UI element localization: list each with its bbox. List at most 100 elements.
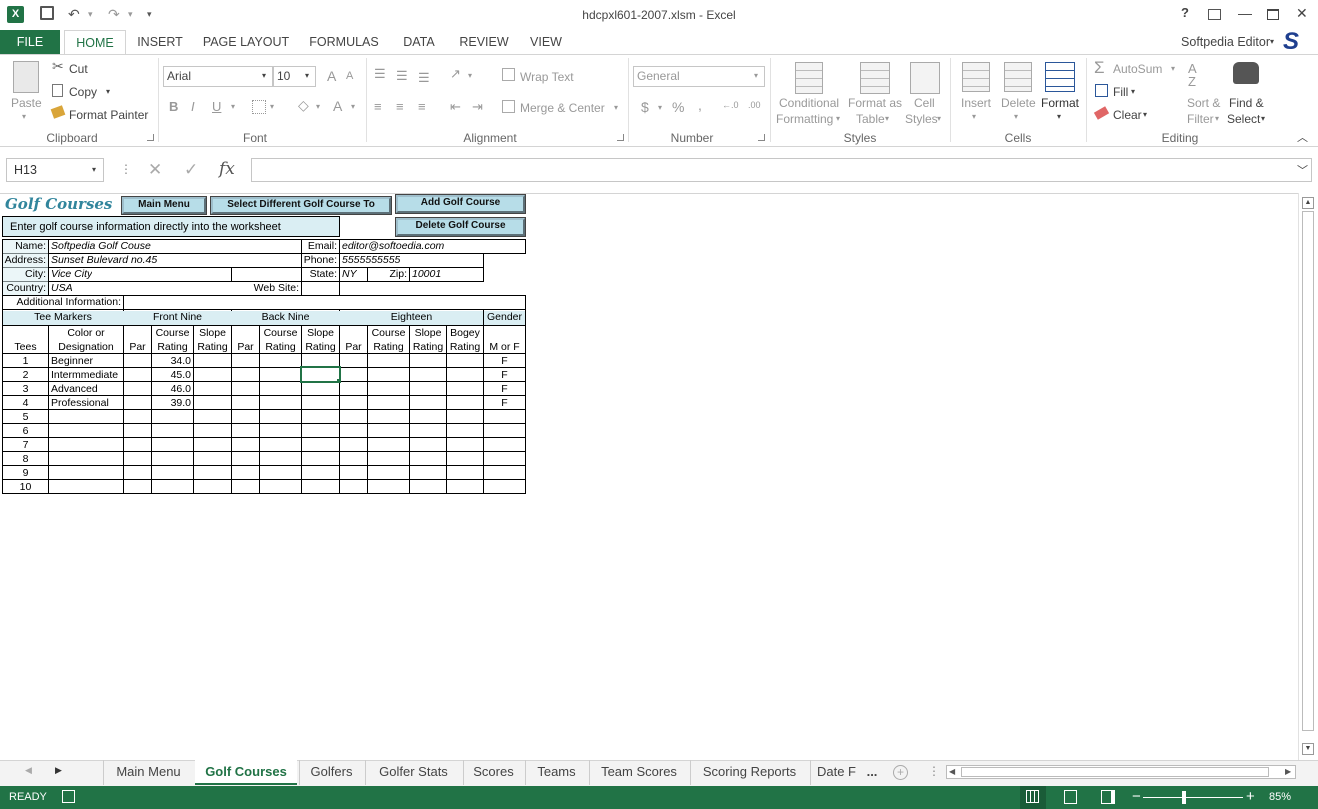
column-header-tees-line2: Tees xyxy=(14,341,37,353)
value-zip[interactable]: 10001 xyxy=(412,268,441,281)
sheet-tab-golfers[interactable]: Golfers xyxy=(299,760,363,785)
sheet-tab-golf-courses[interactable]: Golf Courses xyxy=(195,760,297,785)
row-tees[interactable]: 10 xyxy=(3,481,48,494)
sheet-tab-team-scores[interactable]: Team Scores xyxy=(589,760,688,785)
row-designation[interactable]: Advanced xyxy=(51,383,123,396)
row-front-course-rating[interactable]: 45.0 xyxy=(152,369,191,382)
column-header-eighteen-slope-rating-line2: Rating xyxy=(412,341,444,353)
status-bar: READY − + 85% xyxy=(0,786,1318,809)
header-front-nine: Front Nine xyxy=(152,311,203,323)
label-city: City: xyxy=(25,268,46,280)
zoom-slider-thumb[interactable] xyxy=(1182,791,1186,804)
row-gender[interactable]: F xyxy=(484,383,525,396)
sheet-tab-teams[interactable]: Teams xyxy=(525,760,587,785)
row-tees[interactable]: 1 xyxy=(3,355,48,368)
label-country: Country: xyxy=(6,282,46,294)
add-course-button[interactable]: Add Golf Course xyxy=(395,194,526,214)
row-tees[interactable]: 9 xyxy=(3,467,48,480)
label-email: Email: xyxy=(307,240,337,252)
column-header-eighteen-course-rating-line1: Course xyxy=(371,327,406,339)
column-header-gender-line2: M or F xyxy=(489,341,520,353)
fill-handle xyxy=(337,379,341,383)
sheet-tab-scoring-reports[interactable]: Scoring Reports xyxy=(690,760,808,785)
page-break-view-icon[interactable] xyxy=(1101,790,1115,804)
column-header-back-slope-rating-line1: Slope xyxy=(307,327,334,339)
row-tees[interactable]: 4 xyxy=(3,397,48,410)
sheet-grid xyxy=(2,239,526,494)
instruction-text: Enter golf course information directly i… xyxy=(10,221,281,233)
select-course-button[interactable]: Select Different Golf Course To xyxy=(210,196,392,215)
tab-scroll-right-icon[interactable]: ▶ xyxy=(55,765,62,776)
column-header-back-course-rating-line2: Rating xyxy=(265,341,296,353)
column-header-eighteen-course-rating-line2: Rating xyxy=(373,341,404,353)
label-website: Web Site: xyxy=(253,282,299,294)
sheet-tab-golfer-stats[interactable]: Golfer Stats xyxy=(365,760,461,785)
zoom-level[interactable]: 85% xyxy=(1269,791,1291,803)
row-designation[interactable]: Beginner xyxy=(51,355,123,368)
value-state[interactable]: NY xyxy=(342,268,357,281)
value-name[interactable]: Softpedia Golf Couse xyxy=(51,240,151,253)
zoom-slider[interactable] xyxy=(1143,797,1243,798)
header-eighteen: Eighteen xyxy=(390,311,433,323)
row-front-course-rating[interactable]: 46.0 xyxy=(152,383,191,396)
value-city[interactable]: Vice City xyxy=(51,268,92,281)
label-name: Name: xyxy=(15,240,46,252)
value-email[interactable]: editor@softoedia.com xyxy=(342,240,444,253)
header-back-nine: Back Nine xyxy=(261,311,310,323)
new-sheet-icon[interactable]: + xyxy=(893,765,908,780)
value-country[interactable]: USA xyxy=(51,282,73,295)
hscroll-thumb[interactable] xyxy=(961,767,1269,777)
column-header-front-slope-rating-line2: Rating xyxy=(197,341,228,353)
zoom-out-button[interactable]: − xyxy=(1132,788,1141,805)
column-header-front-course-rating-line1: Course xyxy=(155,327,190,339)
hscroll-right-icon[interactable]: ▶ xyxy=(1285,767,1291,776)
row-gender[interactable]: F xyxy=(484,369,525,382)
row-tees[interactable]: 5 xyxy=(3,411,48,424)
row-tees[interactable]: 8 xyxy=(3,453,48,466)
column-header-eighteen-par-line2: Par xyxy=(345,341,362,353)
label-phone: Phone: xyxy=(303,254,337,266)
header-gender: Gender xyxy=(486,311,523,323)
row-tees[interactable]: 3 xyxy=(3,383,48,396)
zoom-in-button[interactable]: + xyxy=(1246,788,1255,805)
hscroll-left-icon[interactable]: ◀ xyxy=(949,767,955,776)
column-header-back-slope-rating-line2: Rating xyxy=(305,341,336,353)
row-designation[interactable]: Intermmediate xyxy=(51,369,123,382)
instruction-banner: Enter golf course information directly i… xyxy=(2,216,340,237)
label-address: Address: xyxy=(4,254,46,266)
column-header-back-par-line2: Par xyxy=(237,341,254,353)
row-gender[interactable]: F xyxy=(484,397,525,410)
row-tees[interactable]: 6 xyxy=(3,425,48,438)
label-additional-info: Additional Information: xyxy=(16,296,121,308)
column-header-front-course-rating-line2: Rating xyxy=(157,341,188,353)
status-ready: READY xyxy=(9,791,47,803)
normal-view-glyph-icon xyxy=(1026,790,1039,803)
row-designation[interactable]: Professional xyxy=(51,397,123,410)
label-zip: Zip: xyxy=(389,268,407,280)
more-sheets-button[interactable]: ... xyxy=(862,760,882,785)
column-header-eighteen-slope-rating-line1: Slope xyxy=(414,327,442,339)
column-header-back-course-rating-line1: Course xyxy=(263,327,298,339)
value-phone[interactable]: 5555555555 xyxy=(342,254,400,267)
main-menu-button[interactable]: Main Menu xyxy=(121,196,207,215)
sheet-tab-scores[interactable]: Scores xyxy=(463,760,523,785)
header-tee-markers: Tee Markers xyxy=(34,311,92,323)
row-gender[interactable]: F xyxy=(484,355,525,368)
label-state: State: xyxy=(309,268,337,280)
row-tees[interactable]: 7 xyxy=(3,439,48,452)
column-header-front-slope-rating-line1: Slope xyxy=(199,327,226,339)
tab-scroll-left-icon[interactable]: ◀ xyxy=(25,765,32,776)
page-layout-view-icon[interactable] xyxy=(1064,790,1077,804)
macro-record-icon[interactable] xyxy=(62,790,75,803)
column-header-bogey-rating-line1: Bogey xyxy=(450,327,480,339)
sheet-tab-main-menu[interactable]: Main Menu xyxy=(103,760,193,785)
row-front-course-rating[interactable]: 34.0 xyxy=(152,355,191,368)
sheet-tab-date[interactable]: Date F xyxy=(810,760,862,785)
value-address[interactable]: Sunset Bulevard no.45 xyxy=(51,254,157,267)
delete-course-button[interactable]: Delete Golf Course xyxy=(395,217,526,237)
horizontal-scrollbar[interactable]: ◀ ▶ xyxy=(946,765,1296,779)
row-tees[interactable]: 2 xyxy=(3,369,48,382)
column-header-bogey-rating-line2: Rating xyxy=(449,341,481,353)
row-front-course-rating[interactable]: 39.0 xyxy=(152,397,191,410)
column-header-designation-line2: Designation xyxy=(58,341,114,353)
